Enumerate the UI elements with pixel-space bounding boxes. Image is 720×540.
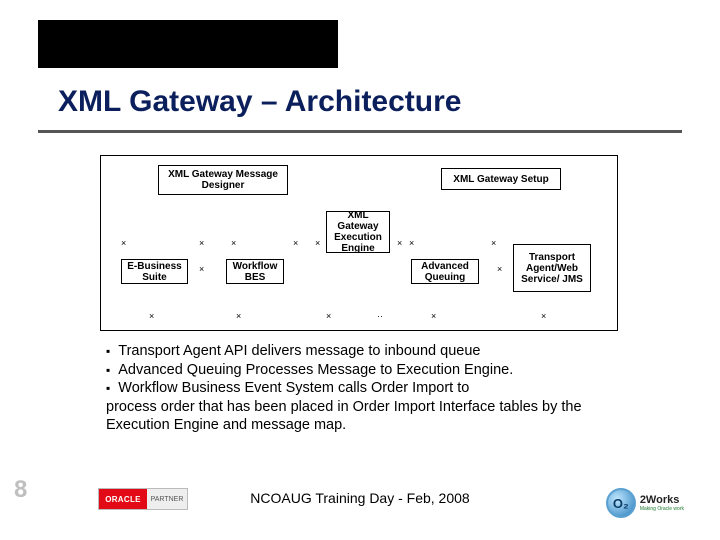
box-xml-gateway-setup: XML Gateway Setup bbox=[441, 168, 561, 190]
connector-mark: × bbox=[541, 311, 546, 321]
box-e-business-suite: E-Business Suite bbox=[121, 259, 188, 284]
bullet-2: Advanced Queuing Processes Message to Ex… bbox=[106, 361, 611, 380]
box-xml-gateway-execution-engine: XML Gateway Execution Engine bbox=[326, 211, 390, 253]
connector-mark: × bbox=[409, 238, 414, 248]
header-black-bar bbox=[38, 20, 338, 68]
connector-mark: × bbox=[293, 238, 298, 248]
o2works-name: 2Works bbox=[640, 495, 684, 506]
connector-mark: ·· bbox=[377, 311, 383, 321]
o2-circle-icon: O₂ bbox=[606, 488, 636, 518]
connector-mark: × bbox=[121, 238, 126, 248]
slide: XML Gateway – Architecture XML Gateway M… bbox=[0, 0, 720, 540]
connector-mark: × bbox=[497, 264, 502, 274]
connector-mark: × bbox=[199, 264, 204, 274]
connector-mark: × bbox=[199, 238, 204, 248]
slide-title: XML Gateway – Architecture bbox=[58, 85, 461, 119]
connector-mark: × bbox=[315, 238, 320, 248]
connector-mark: × bbox=[397, 238, 402, 248]
bullet-3-continuation: process order that has been placed in Or… bbox=[106, 398, 611, 435]
connector-mark: × bbox=[236, 311, 241, 321]
connector-mark: × bbox=[231, 238, 236, 248]
bullet-3-line1: Workflow Business Event System calls Ord… bbox=[106, 379, 611, 398]
box-xml-gateway-message-designer: XML Gateway Message Designer bbox=[158, 165, 288, 195]
bullet-block: Transport Agent API delivers message to … bbox=[106, 342, 611, 435]
connector-mark: × bbox=[326, 311, 331, 321]
box-workflow-bes: Workflow BES bbox=[226, 259, 284, 284]
box-transport-agent: Transport Agent/Web Service/ JMS bbox=[513, 244, 591, 292]
box-advanced-queuing: Advanced Queuing bbox=[411, 259, 479, 284]
connector-mark: × bbox=[431, 311, 436, 321]
o2works-tagline: Making Oracle work bbox=[640, 506, 684, 512]
o2works-logo: O₂ 2Works Making Oracle work bbox=[606, 488, 684, 518]
connector-mark: × bbox=[491, 238, 496, 248]
title-underline bbox=[38, 130, 682, 133]
architecture-diagram: XML Gateway Message Designer XML Gateway… bbox=[100, 155, 618, 331]
bullet-1: Transport Agent API delivers message to … bbox=[106, 342, 611, 361]
connector-mark: × bbox=[149, 311, 154, 321]
